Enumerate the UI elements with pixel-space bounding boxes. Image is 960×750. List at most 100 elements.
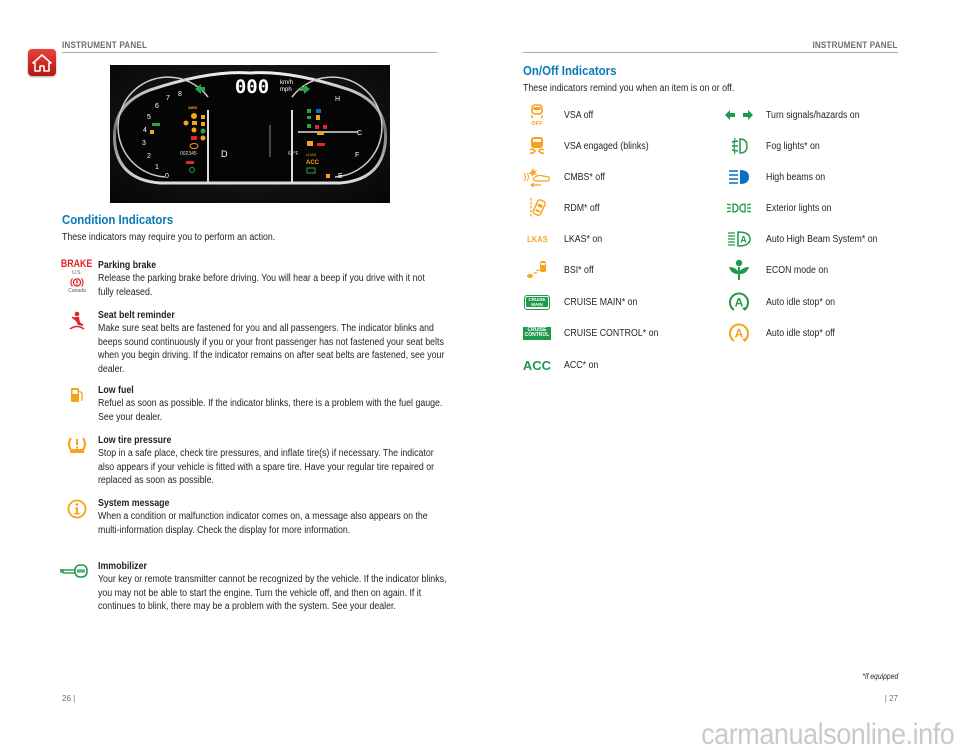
brake-icon-text: BRAKE (61, 258, 93, 270)
condition-item-body: Refuel as soon as possible. If the indic… (98, 398, 443, 423)
turn-signal-icon (725, 110, 753, 120)
svg-text:E: E (338, 173, 343, 180)
if-equipped-footnote: *if equipped (862, 672, 898, 681)
left-page-header: INSTRUMENT PANEL (62, 40, 148, 50)
condition-item-title: Low fuel (98, 385, 134, 396)
onoff-item-exterior-lights: Exterior lights on (724, 197, 840, 219)
auto-high-beam-icon: A (728, 231, 751, 247)
page-number-right: | 27 (884, 694, 898, 703)
home-button[interactable] (28, 49, 56, 76)
onoff-item-vsa-engaged: VSA engaged (blinks) (522, 135, 660, 157)
onoff-item-label: Auto idle stop* off (766, 327, 835, 339)
svg-text:H: H (335, 96, 340, 103)
vsa-engaged-icon (529, 137, 545, 155)
gear-indicator: D (221, 149, 228, 159)
speed-readout: 000 (235, 76, 269, 98)
brake-circle-icon (70, 278, 84, 287)
acc-icon: ACC (522, 357, 552, 373)
svg-text:OFF: OFF (532, 121, 544, 126)
svg-text:A: A (740, 235, 747, 245)
onoff-item-label: Turn signals/hazards on (766, 109, 860, 121)
tire-pressure-icon (68, 437, 86, 453)
onoff-item-auto-idle-stop-off: A Auto idle stop* off (724, 322, 844, 344)
svg-text:4: 4 (143, 127, 147, 134)
condition-item-body: Your key or remote transmitter cannot be… (98, 574, 447, 613)
econ-icon (729, 259, 749, 280)
vsa-off-icon: OFF (531, 104, 544, 126)
seat-belt-icon (69, 311, 85, 330)
onoff-item-bsi-off: BSI* off (522, 259, 598, 281)
right-page-header: INSTRUMENT PANEL (812, 40, 898, 50)
onoff-item-lkas: LKAS LKAS* on (522, 228, 607, 250)
svg-text:1: 1 (155, 164, 159, 171)
onoff-item-label: ACC* on (564, 359, 599, 371)
lkas-icon: LKAS (526, 234, 548, 244)
onoff-item-rdm-off: RDM* off (522, 197, 604, 219)
onoff-item-label: Auto idle stop* on (766, 296, 835, 308)
onoff-item-auto-idle-stop-on: A Auto idle stop* on (724, 291, 844, 313)
brake-icon-canada-label: Canada (68, 288, 86, 294)
brake-icon: BRAKE U.S. Canada (61, 258, 93, 295)
exterior-lights-icon (726, 203, 752, 213)
auto-idle-stop-on-icon: A (729, 292, 749, 311)
right-header-rule (523, 52, 898, 53)
svg-text:0: 0 (165, 173, 169, 180)
condition-item-title: System message (98, 498, 170, 509)
svg-text:A: A (735, 327, 744, 341)
svg-text:AWD: AWD (188, 105, 197, 110)
onoff-item-cmbs-off: CMBS* off (522, 166, 611, 188)
onoff-item-acc: ACC ACC* on (522, 354, 603, 376)
onoff-item-high-beams: High beams on (724, 166, 833, 188)
page-number-left: 26 | (62, 694, 76, 703)
auto-idle-stop-off-icon: A (729, 323, 749, 342)
condition-item-title: Immobilizer (98, 561, 147, 572)
onoff-item-auto-high-beam: A Auto High Beam System* on (724, 228, 893, 250)
onoff-item-label: Exterior lights on (766, 202, 832, 214)
left-header-rule (62, 52, 437, 53)
rdm-off-icon (530, 198, 546, 218)
low-fuel-icon (71, 388, 83, 402)
speed-unit-kmh: km/h (280, 80, 293, 86)
onoff-item-label: LKAS* on (564, 233, 603, 245)
onoff-item-econ: ECON mode on (724, 259, 837, 281)
svg-text:5: 5 (147, 114, 151, 121)
immobilizer-key-icon (60, 564, 88, 578)
condition-item-body: When a condition or malfunction indicato… (98, 511, 428, 536)
cruise-main-icon: CRUISE MAIN (524, 294, 550, 310)
odometer: 002345 (180, 151, 197, 157)
svg-text:A: A (735, 296, 744, 310)
onoff-item-vsa-off: OFF VSA off (522, 104, 597, 126)
condition-item-title: Seat belt reminder (98, 310, 175, 321)
fog-light-icon (731, 137, 748, 155)
condition-item-body: Make sure seat belts are fastened for yo… (98, 323, 445, 375)
onoff-item-label: ECON mode on (766, 264, 829, 276)
onoff-item-label: RDM* off (564, 202, 600, 214)
condition-indicators-intro: These indicators may require you to perf… (62, 232, 276, 243)
onoff-item-turn-signals: Turn signals/hazards on (724, 104, 872, 126)
onoff-item-label: CRUISE MAIN* on (564, 296, 638, 308)
svg-text:8: 8 (178, 91, 182, 98)
cruise-control-icon: CRUISE CONTROL (523, 326, 551, 340)
outside-temp: 63°F (288, 151, 299, 157)
instrument-cluster-image: 000 km/h mph 012 3 45 67 8 H C F E 002345 D 6… (110, 65, 390, 203)
svg-text:6: 6 (155, 103, 159, 110)
svg-text:F: F (355, 152, 359, 159)
bsi-off-icon (527, 261, 546, 278)
svg-text:3: 3 (142, 140, 146, 147)
condition-indicators-heading: Condition Indicators (62, 212, 174, 227)
onoff-item-label: BSI* off (564, 264, 594, 276)
info-icon (67, 499, 87, 519)
onoff-item-label: CMBS* off (564, 171, 605, 183)
onoff-item-fog-lights: Fog lights* on (724, 135, 827, 157)
home-icon (32, 53, 52, 72)
condition-item-title: Low tire pressure (98, 435, 172, 446)
onoff-item-label: High beams on (766, 171, 826, 183)
condition-item-body: Stop in a safe place, check tire pressur… (98, 448, 435, 487)
high-beam-icon (729, 170, 749, 184)
onoff-item-label: VSA engaged (blinks) (564, 140, 649, 152)
onoff-indicators-heading: On/Off Indicators (523, 63, 617, 78)
svg-text:C: C (357, 130, 362, 137)
onoff-item-cruise-main: CRUISE MAIN CRUISE MAIN* on (522, 291, 647, 313)
onoff-item-label: VSA off (564, 109, 594, 121)
onoff-indicators-intro: These indicators remind you when an item… (523, 83, 735, 94)
